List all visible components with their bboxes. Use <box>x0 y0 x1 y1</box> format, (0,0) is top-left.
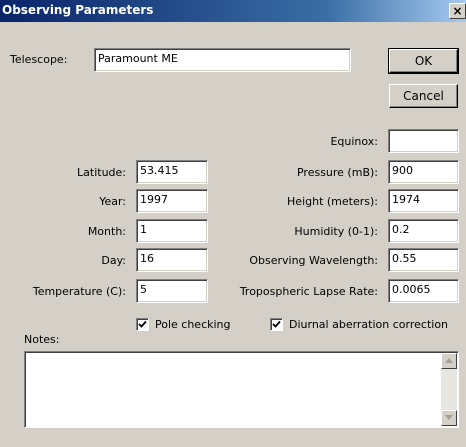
cancel-button[interactable]: Cancel <box>389 84 458 108</box>
title-bar: Observing Parameters × <box>0 0 466 22</box>
equinox-input[interactable] <box>388 129 459 153</box>
pole-checking-label: Pole checking <box>155 318 231 331</box>
window-title: Observing Parameters <box>2 3 154 17</box>
scroll-up-button[interactable] <box>441 353 457 369</box>
temperature-input[interactable]: 5 <box>136 279 208 303</box>
month-label: Month: <box>87 225 126 238</box>
scroll-up-arrow-icon <box>445 358 453 363</box>
day-input[interactable]: 16 <box>136 248 208 272</box>
year-input[interactable]: 1997 <box>136 189 208 213</box>
latitude-input[interactable]: 53.415 <box>136 160 208 184</box>
check-icon <box>138 320 147 328</box>
telescope-input[interactable]: Paramount ME <box>94 48 351 72</box>
day-label: Day: <box>101 254 126 267</box>
notes-scrollbar[interactable] <box>441 353 457 426</box>
ok-button[interactable]: OK <box>388 48 459 74</box>
diurnal-aberration-checkbox[interactable]: Diurnal aberration correction <box>270 318 448 331</box>
scroll-down-arrow-icon <box>445 415 453 420</box>
pressure-input[interactable]: 900 <box>388 160 459 184</box>
diurnal-checkbox-box[interactable] <box>270 318 283 331</box>
pressure-label: Pressure (mB): <box>296 166 378 179</box>
height-input[interactable]: 1974 <box>388 189 459 213</box>
close-button[interactable]: × <box>449 3 466 19</box>
year-label: Year: <box>99 195 126 208</box>
humidity-label: Humidity (0-1): <box>294 225 378 238</box>
pole-checkbox-box[interactable] <box>136 318 149 331</box>
check-icon <box>272 320 281 328</box>
wavelength-input[interactable]: 0.55 <box>388 248 459 272</box>
month-input[interactable]: 1 <box>136 219 208 243</box>
notes-textarea[interactable] <box>24 351 459 428</box>
close-icon: × <box>452 4 463 18</box>
latitude-label: Latitude: <box>77 166 126 179</box>
telescope-label: Telescope: <box>10 53 68 66</box>
scroll-down-button[interactable] <box>441 410 457 426</box>
wavelength-label: Observing Wavelength: <box>249 254 378 267</box>
height-label: Height (meters): <box>287 195 378 208</box>
lapse-rate-input[interactable]: 0.0065 <box>388 279 459 303</box>
diurnal-aberration-label: Diurnal aberration correction <box>289 318 449 331</box>
notes-label: Notes: <box>24 333 60 346</box>
pole-checking-checkbox[interactable]: Pole checking <box>136 318 231 331</box>
humidity-input[interactable]: 0.2 <box>388 219 459 243</box>
lapse-rate-label: Tropospheric Lapse Rate: <box>239 285 378 298</box>
equinox-label: Equinox: <box>330 135 378 148</box>
temperature-label: Temperature (C): <box>32 285 126 298</box>
